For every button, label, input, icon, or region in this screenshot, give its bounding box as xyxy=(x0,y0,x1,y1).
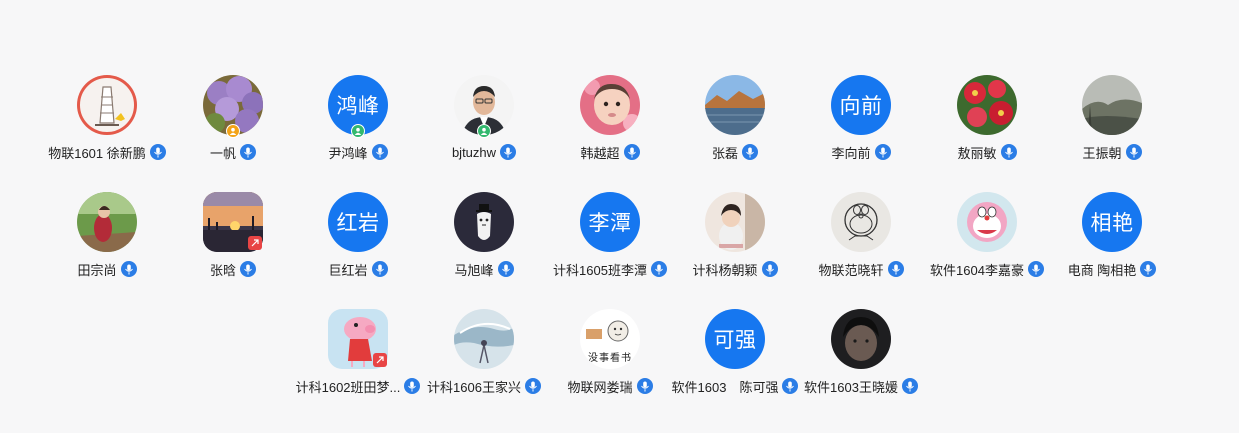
participant-tile[interactable]: 相艳 电商 陶相艳 xyxy=(1049,192,1175,278)
cohost-badge-icon xyxy=(477,124,491,138)
avatar xyxy=(580,75,640,135)
participant-name: 电商 陶相艳 xyxy=(1067,262,1137,278)
participant-name: 张磊 xyxy=(711,145,738,161)
mic-icon[interactable] xyxy=(901,378,918,394)
mic-icon[interactable] xyxy=(371,144,388,160)
avatar xyxy=(957,75,1017,135)
participant-tile[interactable]: bjtuzhw xyxy=(421,75,547,161)
avatar xyxy=(705,192,765,252)
participant-tile[interactable]: 软件1604李嘉豪 xyxy=(924,192,1050,278)
participant-tile[interactable]: 张磊 xyxy=(672,75,798,161)
mic-icon[interactable] xyxy=(497,261,514,277)
participant-name: 软件1603王晓媛 xyxy=(804,379,898,395)
avatar xyxy=(831,192,891,252)
mic-icon[interactable] xyxy=(240,261,256,277)
participant-name: bjtuzhw xyxy=(451,144,497,160)
participant-tile[interactable]: 软件1603王晓媛 xyxy=(798,309,924,395)
screen-share-icon xyxy=(248,236,262,250)
participant-tile[interactable]: 田宗尚 xyxy=(44,192,170,278)
participant-name: 物联1601 徐新鹏 xyxy=(48,145,146,161)
participant-tile[interactable]: 物联范晓轩 xyxy=(798,192,924,278)
participant-name: 巨红岩 xyxy=(328,262,368,278)
participant-tile[interactable]: 韩越超 xyxy=(547,75,673,161)
host-badge-icon xyxy=(226,124,240,138)
avatar: 李潭 xyxy=(580,192,640,252)
avatar xyxy=(454,309,514,369)
participant-tile[interactable]: 物联1601 徐新鹏 xyxy=(44,75,170,161)
participant-tile[interactable]: 一帆 xyxy=(170,75,296,161)
participant-name: 韩越超 xyxy=(580,145,620,161)
participant-name: 物联范晓轩 xyxy=(818,262,884,278)
participant-tile[interactable]: 计科1606王家兴 xyxy=(421,309,547,395)
avatar xyxy=(1082,75,1142,135)
participant-name: 马旭峰 xyxy=(454,262,494,278)
participant-tile[interactable]: 可强 软件1603 陈可强 xyxy=(671,309,799,395)
sticker-caption: 没事看书 xyxy=(588,352,632,364)
participant-tile[interactable]: 没事看书 物联网娄瑞 xyxy=(547,309,673,395)
participant-name: 张晗 xyxy=(209,262,236,278)
mic-icon[interactable] xyxy=(623,144,640,160)
avatar xyxy=(831,309,891,369)
mic-icon[interactable] xyxy=(149,144,166,160)
participant-name: 王振朝 xyxy=(1082,145,1122,161)
mic-icon[interactable] xyxy=(742,144,758,160)
participant-tile[interactable]: 王振朝 xyxy=(1049,75,1175,161)
avatar: 向前 xyxy=(831,75,891,135)
participant-tile[interactable]: 计科1602班田梦... xyxy=(295,309,421,395)
participant-tile[interactable]: 张晗 xyxy=(170,192,296,278)
participant-name: 计科1602班田梦... xyxy=(295,379,401,395)
mic-icon[interactable] xyxy=(874,144,891,160)
participant-tile[interactable]: 敖丽敏 xyxy=(924,75,1050,161)
participant-name: 物联网娄瑞 xyxy=(567,379,633,395)
participant-tile[interactable]: 李潭 计科1605班李潭 xyxy=(547,192,673,278)
avatar xyxy=(705,75,765,135)
mic-icon[interactable] xyxy=(761,261,778,277)
mic-icon[interactable] xyxy=(240,144,256,160)
screen-share-icon xyxy=(373,353,387,367)
avatar: 相艳 xyxy=(1082,192,1142,252)
mic-icon[interactable] xyxy=(1140,261,1157,277)
participant-tile[interactable]: 红岩 巨红岩 xyxy=(295,192,421,278)
mic-icon[interactable] xyxy=(782,378,799,394)
participant-name: 一帆 xyxy=(209,145,236,161)
participant-tile[interactable]: 马旭峰 xyxy=(421,192,547,278)
mic-icon[interactable] xyxy=(1125,144,1142,160)
participant-tile[interactable]: 计科杨朝颖 xyxy=(672,192,798,278)
participant-name: 计科1606王家兴 xyxy=(427,379,521,395)
mic-icon[interactable] xyxy=(1027,261,1044,277)
mic-icon[interactable] xyxy=(650,261,667,277)
mic-icon[interactable] xyxy=(500,144,517,160)
participant-name: 李向前 xyxy=(831,145,871,161)
participant-tile[interactable]: 向前 李向前 xyxy=(798,75,924,161)
avatar: 没事看书 xyxy=(580,309,640,369)
mic-icon[interactable] xyxy=(524,378,541,394)
avatar xyxy=(77,75,137,135)
avatar xyxy=(77,192,137,252)
participant-name: 田宗尚 xyxy=(77,262,117,278)
mic-icon[interactable] xyxy=(371,261,388,277)
participant-tile[interactable]: 鸿峰 尹鸿峰 xyxy=(295,75,421,161)
mic-icon[interactable] xyxy=(636,378,653,394)
participant-name: 尹鸿峰 xyxy=(328,145,368,161)
mic-icon[interactable] xyxy=(404,378,421,394)
mic-icon[interactable] xyxy=(1000,144,1017,160)
avatar: 红岩 xyxy=(328,192,388,252)
cohost-badge-icon xyxy=(351,124,365,138)
avatar xyxy=(957,192,1017,252)
mic-icon[interactable] xyxy=(887,261,904,277)
avatar: 可强 xyxy=(705,309,765,369)
participant-name: 计科杨朝颖 xyxy=(692,262,758,278)
participant-name: 软件1604李嘉豪 xyxy=(930,262,1024,278)
participant-name: 软件1603 陈可强 xyxy=(671,379,779,395)
mic-icon[interactable] xyxy=(120,261,137,277)
participant-name: 计科1605班李潭 xyxy=(553,262,647,278)
participant-name: 敖丽敏 xyxy=(957,145,997,161)
avatar xyxy=(454,192,514,252)
